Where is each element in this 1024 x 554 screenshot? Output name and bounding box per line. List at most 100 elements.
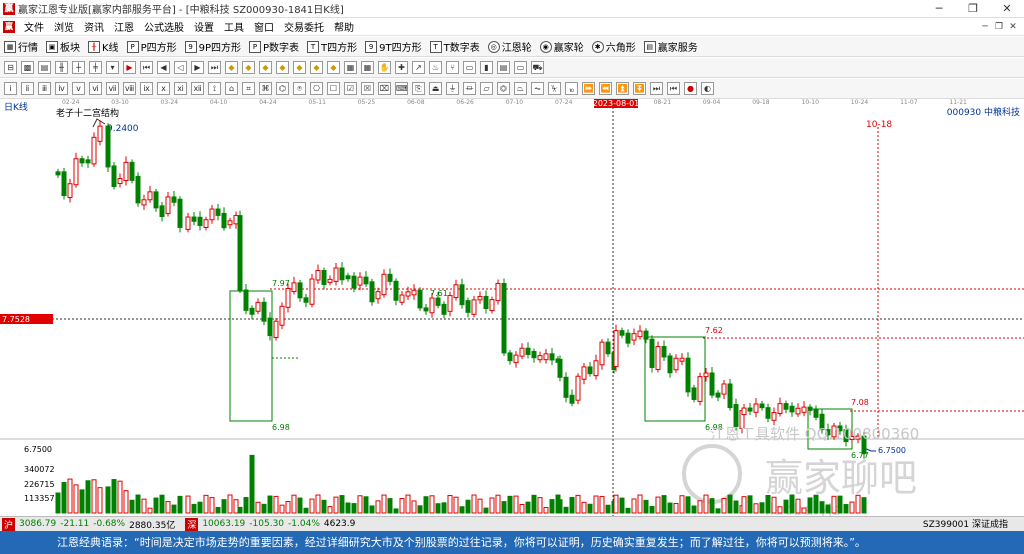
- indicator40-icon[interactable]: ⏮: [667, 82, 680, 95]
- indicator13-icon[interactable]: ⟟: [208, 82, 221, 95]
- indicator31-icon[interactable]: ⏢: [514, 82, 527, 95]
- table2-icon[interactable]: ▦: [361, 61, 374, 74]
- screen-icon[interactable]: ▭: [514, 61, 527, 74]
- layout-icon[interactable]: ⊟: [4, 61, 17, 74]
- period-label[interactable]: 日K线: [4, 101, 28, 113]
- line-style-icon[interactable]: ╪: [89, 61, 102, 74]
- sz-index[interactable]: 10063.19: [202, 519, 245, 529]
- first-icon[interactable]: ⏮: [140, 61, 153, 74]
- indicator36-icon[interactable]: ⏪: [599, 82, 612, 95]
- gann-wheel-button[interactable]: ◎ 江恩轮: [487, 39, 532, 54]
- restore-button[interactable]: ❐: [956, 0, 990, 18]
- last-icon[interactable]: ⏭: [208, 61, 221, 74]
- chart-type-icon[interactable]: ▤: [38, 61, 51, 74]
- menu-file[interactable]: 文件: [19, 19, 49, 34]
- indicator14-icon[interactable]: ⌂: [225, 82, 238, 95]
- indicator29-icon[interactable]: ⏥: [480, 82, 493, 95]
- indicator12-icon[interactable]: ⅻ: [191, 82, 204, 95]
- diamond7-icon[interactable]: ◆: [327, 61, 340, 74]
- flag-icon[interactable]: ▶: [123, 61, 136, 74]
- kline-chart[interactable]: 02-24 03-10 03-24 04-10 04-24 05-11 05-25 06-08…: [0, 99, 1024, 517]
- indicator37-icon[interactable]: ⏫: [616, 82, 629, 95]
- pattern-icon[interactable]: ▩: [21, 61, 34, 74]
- quote-button[interactable]: ▦ 行情: [4, 39, 38, 54]
- candle-style-icon[interactable]: ┼: [72, 61, 85, 74]
- color-icon[interactable]: ●: [684, 82, 697, 95]
- 9t-square-button[interactable]: 9 9T四方形: [365, 39, 422, 54]
- indicator35-icon[interactable]: ⏩: [582, 82, 595, 95]
- settings-icon[interactable]: ◐: [701, 82, 714, 95]
- indicator5-icon[interactable]: ⅴ: [72, 82, 85, 95]
- t-table-button[interactable]: T T数字表: [429, 39, 480, 54]
- indicator23-icon[interactable]: ⌧: [378, 82, 391, 95]
- indicator7-icon[interactable]: ⅶ: [106, 82, 119, 95]
- arrow-icon[interactable]: ↗: [412, 61, 425, 74]
- car-icon[interactable]: ⛟: [531, 61, 544, 74]
- indicator11-icon[interactable]: ⅺ: [174, 82, 187, 95]
- prev-icon[interactable]: ◀: [157, 61, 170, 74]
- table-icon[interactable]: ▦: [344, 61, 357, 74]
- diamond5-icon[interactable]: ◆: [293, 61, 306, 74]
- indicator32-icon[interactable]: ⏦: [531, 82, 544, 95]
- sector-button[interactable]: ▣ 板块: [46, 39, 80, 54]
- child-minimize-button[interactable]: ─: [978, 18, 992, 36]
- 9p-square-button[interactable]: 9 9P四方形: [184, 39, 241, 54]
- indicator18-icon[interactable]: ⍟: [293, 82, 306, 95]
- indicator38-icon[interactable]: ⏬: [633, 82, 646, 95]
- diamond6-icon[interactable]: ◆: [310, 61, 323, 74]
- indicator19-icon[interactable]: ⎔: [310, 82, 323, 95]
- indicator39-icon[interactable]: ⏭: [650, 82, 663, 95]
- indicator3-icon[interactable]: ⅲ: [38, 82, 51, 95]
- menu-help[interactable]: 帮助: [329, 19, 359, 34]
- sz-name[interactable]: SZ399001 深证成指: [923, 517, 1008, 530]
- gift-icon[interactable]: ♨: [429, 61, 442, 74]
- menu-tools[interactable]: 工具: [219, 19, 249, 34]
- indicator6-icon[interactable]: ⅵ: [89, 82, 102, 95]
- indicator10-icon[interactable]: ⅹ: [157, 82, 170, 95]
- indicator34-icon[interactable]: ⏨: [565, 82, 578, 95]
- sh-index[interactable]: 3086.79: [19, 519, 56, 529]
- indicator33-icon[interactable]: ⏧: [548, 82, 561, 95]
- menu-settings[interactable]: 设置: [189, 19, 219, 34]
- indicator24-icon[interactable]: ⌨: [395, 82, 408, 95]
- indicator17-icon[interactable]: ⌬: [276, 82, 289, 95]
- hand-icon[interactable]: ✋: [378, 61, 391, 74]
- diamond2-icon[interactable]: ◆: [242, 61, 255, 74]
- indicator27-icon[interactable]: ⏚: [446, 82, 459, 95]
- next-icon[interactable]: ▶: [191, 61, 204, 74]
- back-icon[interactable]: ◁: [174, 61, 187, 74]
- app-menu-icon[interactable]: 赢: [3, 20, 15, 33]
- diamond3-icon[interactable]: ◆: [259, 61, 272, 74]
- indicator25-icon[interactable]: ⎘: [412, 82, 425, 95]
- indicator30-icon[interactable]: ⏣: [497, 82, 510, 95]
- dropdown-icon[interactable]: ▾: [106, 61, 119, 74]
- diamond1-icon[interactable]: ◆: [225, 61, 238, 74]
- indicator26-icon[interactable]: ⏏: [429, 82, 442, 95]
- indicator8-icon[interactable]: ⅷ: [123, 82, 136, 95]
- menu-formula[interactable]: 公式选股: [139, 19, 189, 34]
- menu-trade[interactable]: 交易委托: [279, 19, 329, 34]
- minimize-button[interactable]: ─: [922, 0, 956, 18]
- win-wheel-button[interactable]: ◉ 赢家轮: [539, 39, 584, 54]
- indicator9-icon[interactable]: ⅸ: [140, 82, 153, 95]
- menu-window[interactable]: 窗口: [249, 19, 279, 34]
- list-icon[interactable]: ▤: [497, 61, 510, 74]
- t-square-button[interactable]: T T四方形: [307, 39, 357, 54]
- book-icon[interactable]: ▮: [480, 61, 493, 74]
- indicator15-icon[interactable]: ⌗: [242, 82, 255, 95]
- indicator21-icon[interactable]: ☑: [344, 82, 357, 95]
- diamond4-icon[interactable]: ◆: [276, 61, 289, 74]
- service-button[interactable]: ▤ 赢家服务: [643, 39, 698, 54]
- menu-info[interactable]: 资讯: [79, 19, 109, 34]
- hexagon-button[interactable]: ✱ 六角形: [591, 39, 636, 54]
- p-table-button[interactable]: P P数字表: [249, 39, 299, 54]
- indicator2-icon[interactable]: ⅱ: [21, 82, 34, 95]
- cross-icon[interactable]: ✚: [395, 61, 408, 74]
- child-restore-button[interactable]: ❐: [992, 18, 1006, 36]
- p-square-button[interactable]: P P四方形: [126, 39, 177, 54]
- menu-gann[interactable]: 江恩: [109, 19, 139, 34]
- indicator16-icon[interactable]: ⌘: [259, 82, 272, 95]
- indicator28-icon[interactable]: ⏛: [463, 82, 476, 95]
- indicator1-icon[interactable]: ⅰ: [4, 82, 17, 95]
- bar-icon[interactable]: ╫: [55, 61, 68, 74]
